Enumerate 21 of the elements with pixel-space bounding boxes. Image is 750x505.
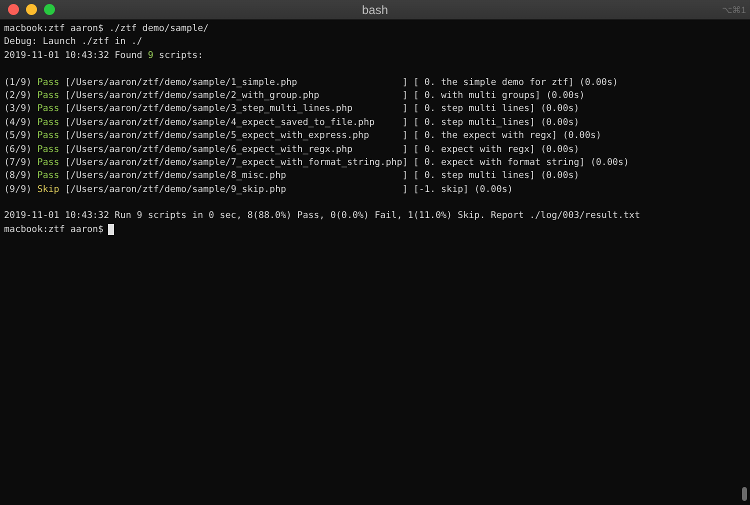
result-line: (5/9) Pass [/Users/aaron/ztf/demo/sample/5_expect_with_express.php ] [ 0. the expect with regx] (0.00s): [4, 129, 602, 143]
scrollbar-thumb[interactable]: [742, 487, 747, 501]
minimize-button[interactable]: [26, 4, 37, 15]
result-line: (3/9) Pass [/Users/aaron/ztf/demo/sample/3_step_multi_lines.php ] [ 0. step multi lines] (0.00s): [4, 102, 580, 116]
window-title: bash: [362, 2, 388, 16]
result-line: (6/9) Pass [/Users/aaron/ztf/demo/sample/6_expect_with_regx.php ] [ 0. expect with regx] (0.00s): [4, 142, 580, 156]
result-line: (1/9) Pass [/Users/aaron/ztf/demo/sample/1_simple.php ] [ 0. the simple demo for ztf] (0.00s): [4, 76, 618, 89]
output-line: Debug: Launch ./ztf in ./: [4, 35, 142, 49]
result-line: (2/9) Pass [/Users/aaron/ztf/demo/sample/2_with_group.php ] [ 0. with multi groups] (0.00s): [4, 88, 585, 102]
summary-line: 2019-11-01 10:43:32 Run 9 scripts in 0 sec, 8(88.0%) Pass, 0(0.0%) Fail, 1(11.0%) Skip. Report ./log/003/result.txt: [4, 209, 640, 223]
zoom-button[interactable]: [44, 4, 55, 15]
result-line: (7/9) Pass [/Users/aaron/ztf/demo/sample/7_expect_with_format_string.php] [ 0. expect with format string] (0.00s): [4, 156, 630, 170]
shell-prompt: macbook:ztf aaron$: [4, 222, 104, 236]
shortcut-label: ⌥⌘1: [722, 4, 747, 14]
close-button[interactable]: [8, 4, 19, 15]
result-line: (4/9) Pass [/Users/aaron/ztf/demo/sample/4_expect_saved_to_file.php ] [ 0. step multi_lines] (0.00s): [4, 116, 580, 130]
result-line: (9/9) Skip [/Users/aaron/ztf/demo/sample/9_skip.php ] [-1. skip] (0.00s): [4, 182, 513, 196]
text-cursor: [108, 224, 114, 236]
result-line: (8/9) Pass [/Users/aaron/ztf/demo/sample/8_misc.php ] [ 0. step multi lines] (0.00s): [4, 169, 580, 183]
output-line: macbook:ztf aaron$ ./ztf demo/sample/: [4, 22, 209, 36]
output-line: 2019-11-01 10:43:32 Found 9 scripts:: [4, 48, 204, 62]
